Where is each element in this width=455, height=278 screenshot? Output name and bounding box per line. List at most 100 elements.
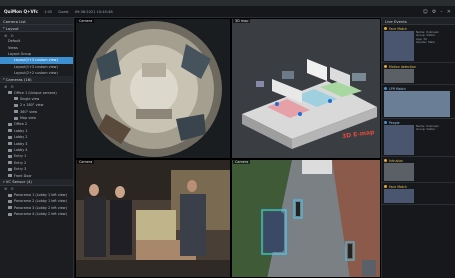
camera-item-label: Entry 2 <box>14 160 27 165</box>
3d-emap <box>232 19 380 158</box>
camera-icon <box>8 91 12 95</box>
video-tile-parking[interactable]: Camera <box>231 159 381 278</box>
alert-icon <box>384 121 387 124</box>
event-body <box>384 91 453 117</box>
window-controls: ☺ ⚙ – ✕ <box>423 9 451 15</box>
event-title-text: Face Match <box>389 26 407 31</box>
add-icon[interactable]: ⊕ <box>4 84 7 89</box>
camera-item-label: Lobby 2 <box>14 135 28 140</box>
camera-icon <box>8 206 12 210</box>
alert-icon <box>384 159 387 162</box>
event-card[interactable]: People Name: Unknown Group: Visitor <box>382 119 455 157</box>
event-body <box>384 163 453 181</box>
camera-item-label: Office 1 (Unique camera) <box>14 90 57 95</box>
user-icon[interactable]: ☺ <box>423 9 428 15</box>
video-tile-fisheye[interactable]: Camera <box>75 18 231 159</box>
delete-icon[interactable]: ⊖ <box>10 84 13 89</box>
camera-icon <box>8 148 12 152</box>
event-card[interactable]: Motion detection <box>382 63 455 85</box>
event-title-text: Motion detection <box>389 64 416 69</box>
camera-item-label: Entry 3 <box>14 167 27 172</box>
camera-item-label: Lobby 3 <box>14 141 28 146</box>
close-icon[interactable]: ✕ <box>447 9 451 15</box>
live-events-panel: Live Events Face Match Name: Unknown Group… <box>381 18 455 278</box>
meta-user[interactable]: Guest <box>58 10 69 14</box>
vc-sensor-item[interactable]: Panorama 4 (Lobby 2 left view) <box>0 211 73 217</box>
event-title-text: Intrusion <box>389 158 404 163</box>
event-thumbnail[interactable] <box>384 69 414 83</box>
camera-icon <box>8 135 12 139</box>
app-logo: QuiMon Q+Vfc <box>4 9 39 14</box>
camera-list-title: Camera List <box>0 18 73 25</box>
camera-item-label: Single view <box>20 96 40 101</box>
camera-item-label: 360° view <box>20 109 38 114</box>
layout-item-label: Default <box>8 39 21 44</box>
event-thumbnail[interactable] <box>384 189 414 203</box>
video-tile-3d-map[interactable]: 3D map 3D E-map <box>231 18 381 159</box>
vc-sensor-item-label: Panorama 4 (Lobby 2 left view) <box>14 212 67 217</box>
camera-icon <box>8 212 12 216</box>
cameras-section-header[interactable]: ▾ Cameras (16) <box>0 76 73 84</box>
event-detail-row: Group: Visitor <box>416 127 436 132</box>
alert-icon <box>384 87 387 90</box>
parking-video <box>232 160 380 277</box>
alert-icon <box>384 27 387 30</box>
camera-item-label: Office 2 <box>14 122 28 127</box>
event-details: Name: Unknown Group: Visitor Age: 34 Gender… <box>416 30 439 61</box>
video-tile-shoppers[interactable]: Camera <box>75 159 231 278</box>
camera-tree: Office 1 (Unique camera) Single view 2 x 1… <box>0 89 73 178</box>
alert-icon <box>384 65 387 68</box>
layout-section-header[interactable]: ▾ Layout <box>0 25 73 32</box>
title-bar: QuiMon Q+Vfc 1:05 Guest 09:36:2021 10:45… <box>0 6 455 18</box>
layout-item-label: Layout(1+3 custom view) <box>14 64 58 69</box>
camera-icon <box>8 167 12 171</box>
delete-icon[interactable]: ⊖ <box>10 186 13 191</box>
vc-section-header[interactable]: ▾ VC Sensor (4) <box>0 178 73 186</box>
fisheye-video <box>76 19 230 158</box>
camera-icon <box>8 129 12 133</box>
vms-window: QuiMon Q+Vfc 1:05 Guest 09:36:2021 10:45… <box>0 6 455 278</box>
vc-section-label: VC Sensor (4) <box>5 179 32 185</box>
add-icon[interactable]: ⊕ <box>4 186 7 191</box>
event-card[interactable]: LPR Match <box>382 85 455 119</box>
camera-icon <box>14 116 18 120</box>
gear-icon[interactable]: ⚙ <box>432 9 436 15</box>
event-body <box>384 69 453 83</box>
event-card[interactable]: Intrusion <box>382 157 455 183</box>
camera-icon <box>14 97 18 101</box>
delete-icon[interactable]: ⊖ <box>10 33 13 38</box>
layout-item-label: Views <box>8 45 18 50</box>
vc-sensor-item-label: Panorama 3 (Lobby 2 left view) <box>14 205 67 210</box>
camera-icon <box>8 154 12 158</box>
event-card[interactable]: Face Match <box>382 183 455 205</box>
camera-icon <box>8 193 12 197</box>
event-thumbnail[interactable] <box>384 31 414 61</box>
event-list: Face Match Name: Unknown Group: Visitor Age… <box>382 25 455 205</box>
layout-item-label: Layout(2+2 custom view) <box>14 71 58 76</box>
camera-item-label: 2 x 180° view <box>20 103 44 108</box>
alert-icon <box>384 185 387 188</box>
layout-item-label: Layout Group <box>8 51 31 56</box>
event-thumbnail[interactable] <box>384 91 450 117</box>
tile-label: Camera <box>77 19 95 23</box>
tile-label: 3D map <box>233 19 251 23</box>
event-thumbnail[interactable] <box>384 125 414 155</box>
meta-datetime: 09:36:2021 10:45:48 <box>74 9 113 14</box>
camera-icon <box>8 174 12 178</box>
layout-section-label: Layout <box>5 25 19 31</box>
cameras-section-label: Cameras (16) <box>5 76 32 82</box>
camera-item-label: Lobby 1 <box>14 128 28 133</box>
event-body <box>384 189 453 203</box>
meta-1: 1:05 <box>44 9 53 14</box>
event-card[interactable]: Face Match Name: Unknown Group: Visitor Age… <box>382 25 455 63</box>
event-thumbnail[interactable] <box>384 163 414 181</box>
tile-label: Camera <box>233 160 251 164</box>
add-icon[interactable]: ⊕ <box>4 33 7 38</box>
vc-sensor-item-label: Panorama 1 (Lobby 1 left view) <box>14 193 67 197</box>
event-body: Name: Unknown Group: Visitor <box>384 124 453 155</box>
event-title-text: People <box>389 120 400 125</box>
vc-list: Panorama 1 (Lobby 1 left view) Panorama 2… <box>0 192 73 218</box>
camera-item-label: Lobby 4 <box>14 148 28 153</box>
minimize-icon[interactable]: – <box>440 9 443 15</box>
event-title-text: Face Match <box>389 184 407 189</box>
